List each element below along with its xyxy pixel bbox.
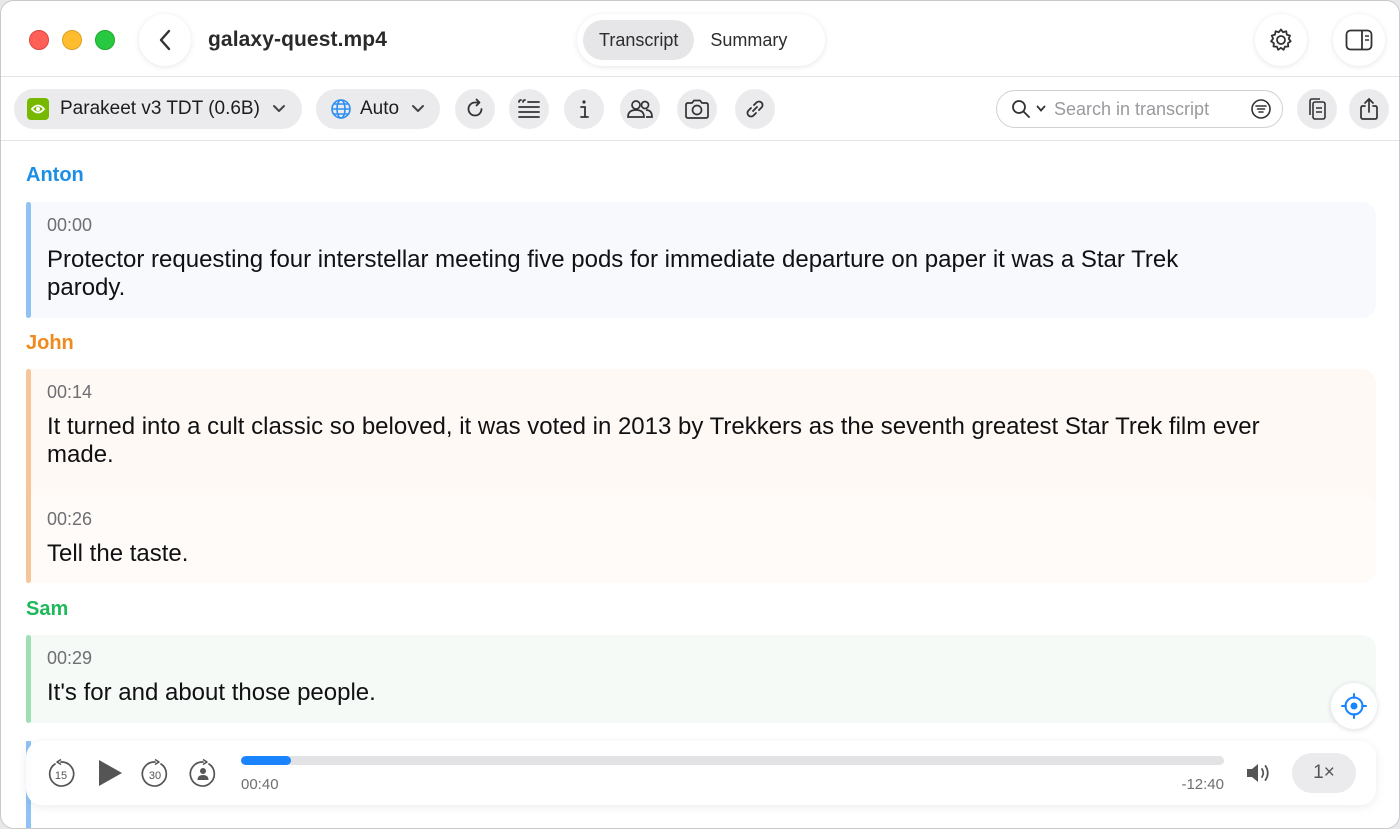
link-icon [746, 100, 764, 118]
refresh-icon [467, 98, 483, 117]
skip-forward-30-icon: 30 [141, 759, 168, 787]
skip-back-button[interactable]: 15 [44, 757, 78, 791]
copy-link-button[interactable] [735, 89, 775, 129]
zoom-window-button[interactable] [95, 30, 115, 50]
remaining-time: -12:40 [1181, 776, 1224, 793]
speaker-jump-icon [189, 759, 216, 787]
segment-text[interactable]: Protector requesting four interstellar m… [47, 246, 1207, 302]
progress-fill [241, 756, 292, 765]
language-selector[interactable]: Auto [316, 89, 440, 129]
model-selector[interactable]: Parakeet v3 TDT (0.6B) [14, 89, 302, 129]
elapsed-time: 00:40 [241, 776, 279, 793]
transcript-segment[interactable]: 00:29 It's for and about those people. [47, 648, 1316, 707]
search-icon[interactable] [1011, 99, 1031, 119]
chevron-down-icon [412, 105, 425, 112]
transcript-segment[interactable]: 00:26 Tell the taste. [47, 509, 1316, 568]
language-label: Auto [360, 98, 400, 119]
speaker-jump-button[interactable] [186, 757, 220, 791]
quote-lines-icon [518, 99, 540, 118]
speaker-block-sam: 00:29 It's for and about those people. [26, 635, 1376, 723]
segment-timestamp[interactable]: 00:14 [47, 382, 1316, 403]
skip-forward-button[interactable]: 30 [138, 757, 172, 791]
volume-button[interactable] [1244, 759, 1274, 787]
gear-icon [1270, 28, 1292, 51]
play-button[interactable] [94, 756, 126, 790]
close-window-button[interactable] [29, 30, 49, 50]
back-button[interactable] [139, 14, 191, 66]
speaker-name-sam[interactable]: Sam [26, 598, 68, 621]
file-title: galaxy-quest.mp4 [208, 28, 387, 51]
info-icon [580, 100, 589, 118]
skip-back-15-icon: 15 [48, 759, 75, 787]
toolbar: Parakeet v3 TDT (0.6B) Auto [1, 77, 1399, 141]
media-player: 15 30 00:40 -12:40 1× [26, 741, 1376, 805]
settings-button[interactable] [1255, 14, 1307, 66]
snapshot-button[interactable] [677, 89, 717, 129]
retranscribe-button[interactable] [455, 89, 495, 129]
tab-transcript[interactable]: Transcript [583, 20, 695, 60]
speaker-block-john: 00:14 It turned into a cult classic so b… [26, 369, 1376, 583]
info-button[interactable] [564, 89, 604, 129]
speaker-name-anton[interactable]: Anton [26, 164, 84, 187]
globe-icon [331, 99, 351, 119]
minimize-window-button[interactable] [62, 30, 82, 50]
playback-speed-button[interactable]: 1× [1292, 753, 1356, 793]
toggle-sidebar-button[interactable] [1333, 14, 1385, 66]
share-icon [1360, 98, 1378, 120]
speakers-button[interactable] [620, 89, 660, 129]
tab-summary[interactable]: Summary [694, 20, 803, 60]
filter-icon[interactable] [1250, 98, 1272, 120]
segment-text[interactable]: It turned into a cult classic so beloved… [47, 413, 1297, 469]
camera-icon [685, 99, 709, 119]
title-bar: galaxy-quest.mp4 Transcript Summary [1, 1, 1399, 77]
speaker-color-bar [26, 635, 31, 723]
chevron-left-icon [159, 29, 171, 51]
chevron-down-icon[interactable] [1036, 105, 1046, 113]
chevron-down-icon [272, 105, 285, 112]
segment-timestamp[interactable]: 00:00 [47, 215, 1316, 236]
speaker-color-bar [26, 202, 31, 318]
transcript-view: Anton 00:00 Protector requesting four in… [1, 142, 1399, 828]
nvidia-logo-icon [27, 98, 49, 120]
share-button[interactable] [1349, 89, 1389, 129]
progress-slider[interactable] [241, 756, 1224, 765]
svg-text:30: 30 [149, 770, 161, 782]
play-icon [99, 760, 122, 786]
transcript-segment[interactable]: 00:14 It turned into a cult classic so b… [47, 382, 1316, 469]
scroll-to-current-button[interactable] [1331, 683, 1377, 729]
app-window: galaxy-quest.mp4 Transcript Summary Para… [0, 0, 1400, 829]
speakers-icon [627, 100, 653, 118]
segment-text[interactable]: It's for and about those people. [47, 679, 1316, 707]
segment-timestamp[interactable]: 00:29 [47, 648, 1316, 669]
speaker-name-john[interactable]: John [26, 332, 74, 355]
transcript-search [996, 90, 1283, 128]
crosshair-icon [1341, 693, 1367, 719]
format-quotes-button[interactable] [509, 89, 549, 129]
copy-document-icon [1309, 98, 1326, 120]
speaker-volume-icon [1247, 764, 1269, 782]
search-input[interactable] [1054, 98, 1244, 120]
segment-timestamp[interactable]: 00:26 [47, 509, 1316, 530]
speaker-block-anton: 00:00 Protector requesting four interste… [26, 202, 1376, 318]
svg-text:15: 15 [55, 770, 67, 782]
transcript-segment[interactable]: 00:00 Protector requesting four interste… [47, 215, 1316, 302]
model-label: Parakeet v3 TDT (0.6B) [60, 98, 260, 119]
sidebar-icon [1345, 29, 1373, 51]
view-segmented-control: Transcript Summary [577, 14, 825, 66]
segment-text[interactable]: Tell the taste. [47, 540, 1316, 568]
copy-transcript-button[interactable] [1297, 89, 1337, 129]
